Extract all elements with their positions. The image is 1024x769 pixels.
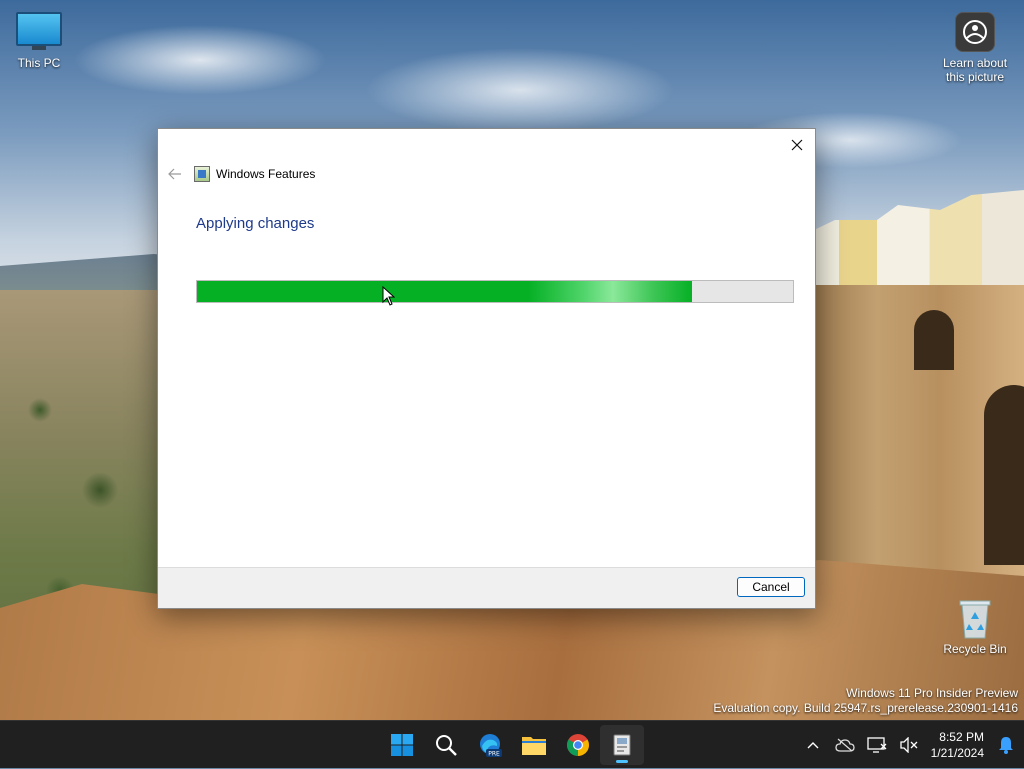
bell-icon <box>999 737 1013 754</box>
status-heading: Applying changes <box>196 215 315 232</box>
clock[interactable]: 8:52 PM 1/21/2024 <box>925 729 992 761</box>
back-button[interactable] <box>166 165 184 183</box>
cloud-icon <box>834 738 855 752</box>
recycle-bin-icon <box>958 598 992 639</box>
desktop-icon-label: This PC <box>17 56 61 70</box>
computer-icon <box>16 12 62 50</box>
windows-features-icon <box>194 166 210 182</box>
onedrive-tray-button[interactable] <box>829 725 861 765</box>
desktop-icon-label: Learn about this picture <box>942 56 1008 84</box>
desktop-icon-this-pc[interactable]: This PC <box>4 12 74 70</box>
desktop-icon-label: Recycle Bin <box>943 642 1007 656</box>
clock-time: 8:52 PM <box>939 730 984 744</box>
notifications-button[interactable] <box>992 725 1020 765</box>
close-button[interactable] <box>783 133 811 157</box>
search-button[interactable] <box>424 725 468 765</box>
bridge-arch <box>984 385 1024 565</box>
folder-icon <box>522 737 546 755</box>
windows-logo-icon <box>391 734 413 756</box>
progress-bar <box>196 280 794 303</box>
mouse-cursor-icon <box>382 286 396 306</box>
evaluation-watermark: Windows 11 Pro Insider Preview Evaluatio… <box>713 686 1018 716</box>
close-icon <box>791 139 803 151</box>
volume-tray-button[interactable] <box>893 725 925 765</box>
desktop-icon-recycle-bin[interactable]: Recycle Bin <box>940 598 1010 656</box>
edge-pre-badge: PRE <box>488 751 500 758</box>
edge-icon: PRE <box>480 734 502 758</box>
desktop-icon-learn-about-picture[interactable]: Learn about this picture <box>940 12 1010 84</box>
system-tray: 8:52 PM 1/21/2024 <box>797 721 1024 769</box>
taskbar-file-explorer-button[interactable] <box>512 725 556 765</box>
search-icon <box>436 735 457 756</box>
dialog-footer: Cancel <box>158 567 815 608</box>
network-icon <box>866 737 887 753</box>
start-button[interactable] <box>380 725 424 765</box>
dialog-title-row: Windows Features <box>166 165 315 183</box>
clock-date: 1/21/2024 <box>930 746 984 760</box>
taskbar-chrome-button[interactable] <box>556 725 600 765</box>
windows-features-icon <box>613 734 631 756</box>
network-tray-button[interactable] <box>861 725 893 765</box>
chrome-icon <box>567 734 589 756</box>
dialog-title: Windows Features <box>216 167 316 181</box>
bridge-arch <box>914 310 954 370</box>
progress-bar-fill <box>197 281 692 302</box>
watermark-line2: Evaluation copy. Build 25947.rs_prerelea… <box>713 701 1018 715</box>
learn-about-picture-icon <box>955 12 995 52</box>
chevron-up-icon <box>807 742 819 749</box>
back-arrow-icon <box>168 168 181 180</box>
watermark-line1: Windows 11 Pro Insider Preview <box>846 686 1018 700</box>
volume-muted-icon <box>899 737 918 753</box>
taskbar-windows-features-button[interactable] <box>600 725 644 765</box>
taskbar-edge-button[interactable]: PRE <box>468 725 512 765</box>
taskbar-apps: PRE <box>380 721 644 769</box>
show-hidden-icons-button[interactable] <box>797 725 829 765</box>
cancel-button[interactable]: Cancel <box>737 577 805 597</box>
windows-features-dialog: Windows Features Applying changes Cancel <box>157 128 816 609</box>
taskbar: PRE 8:52 PM 1/21/2024 <box>0 720 1024 768</box>
